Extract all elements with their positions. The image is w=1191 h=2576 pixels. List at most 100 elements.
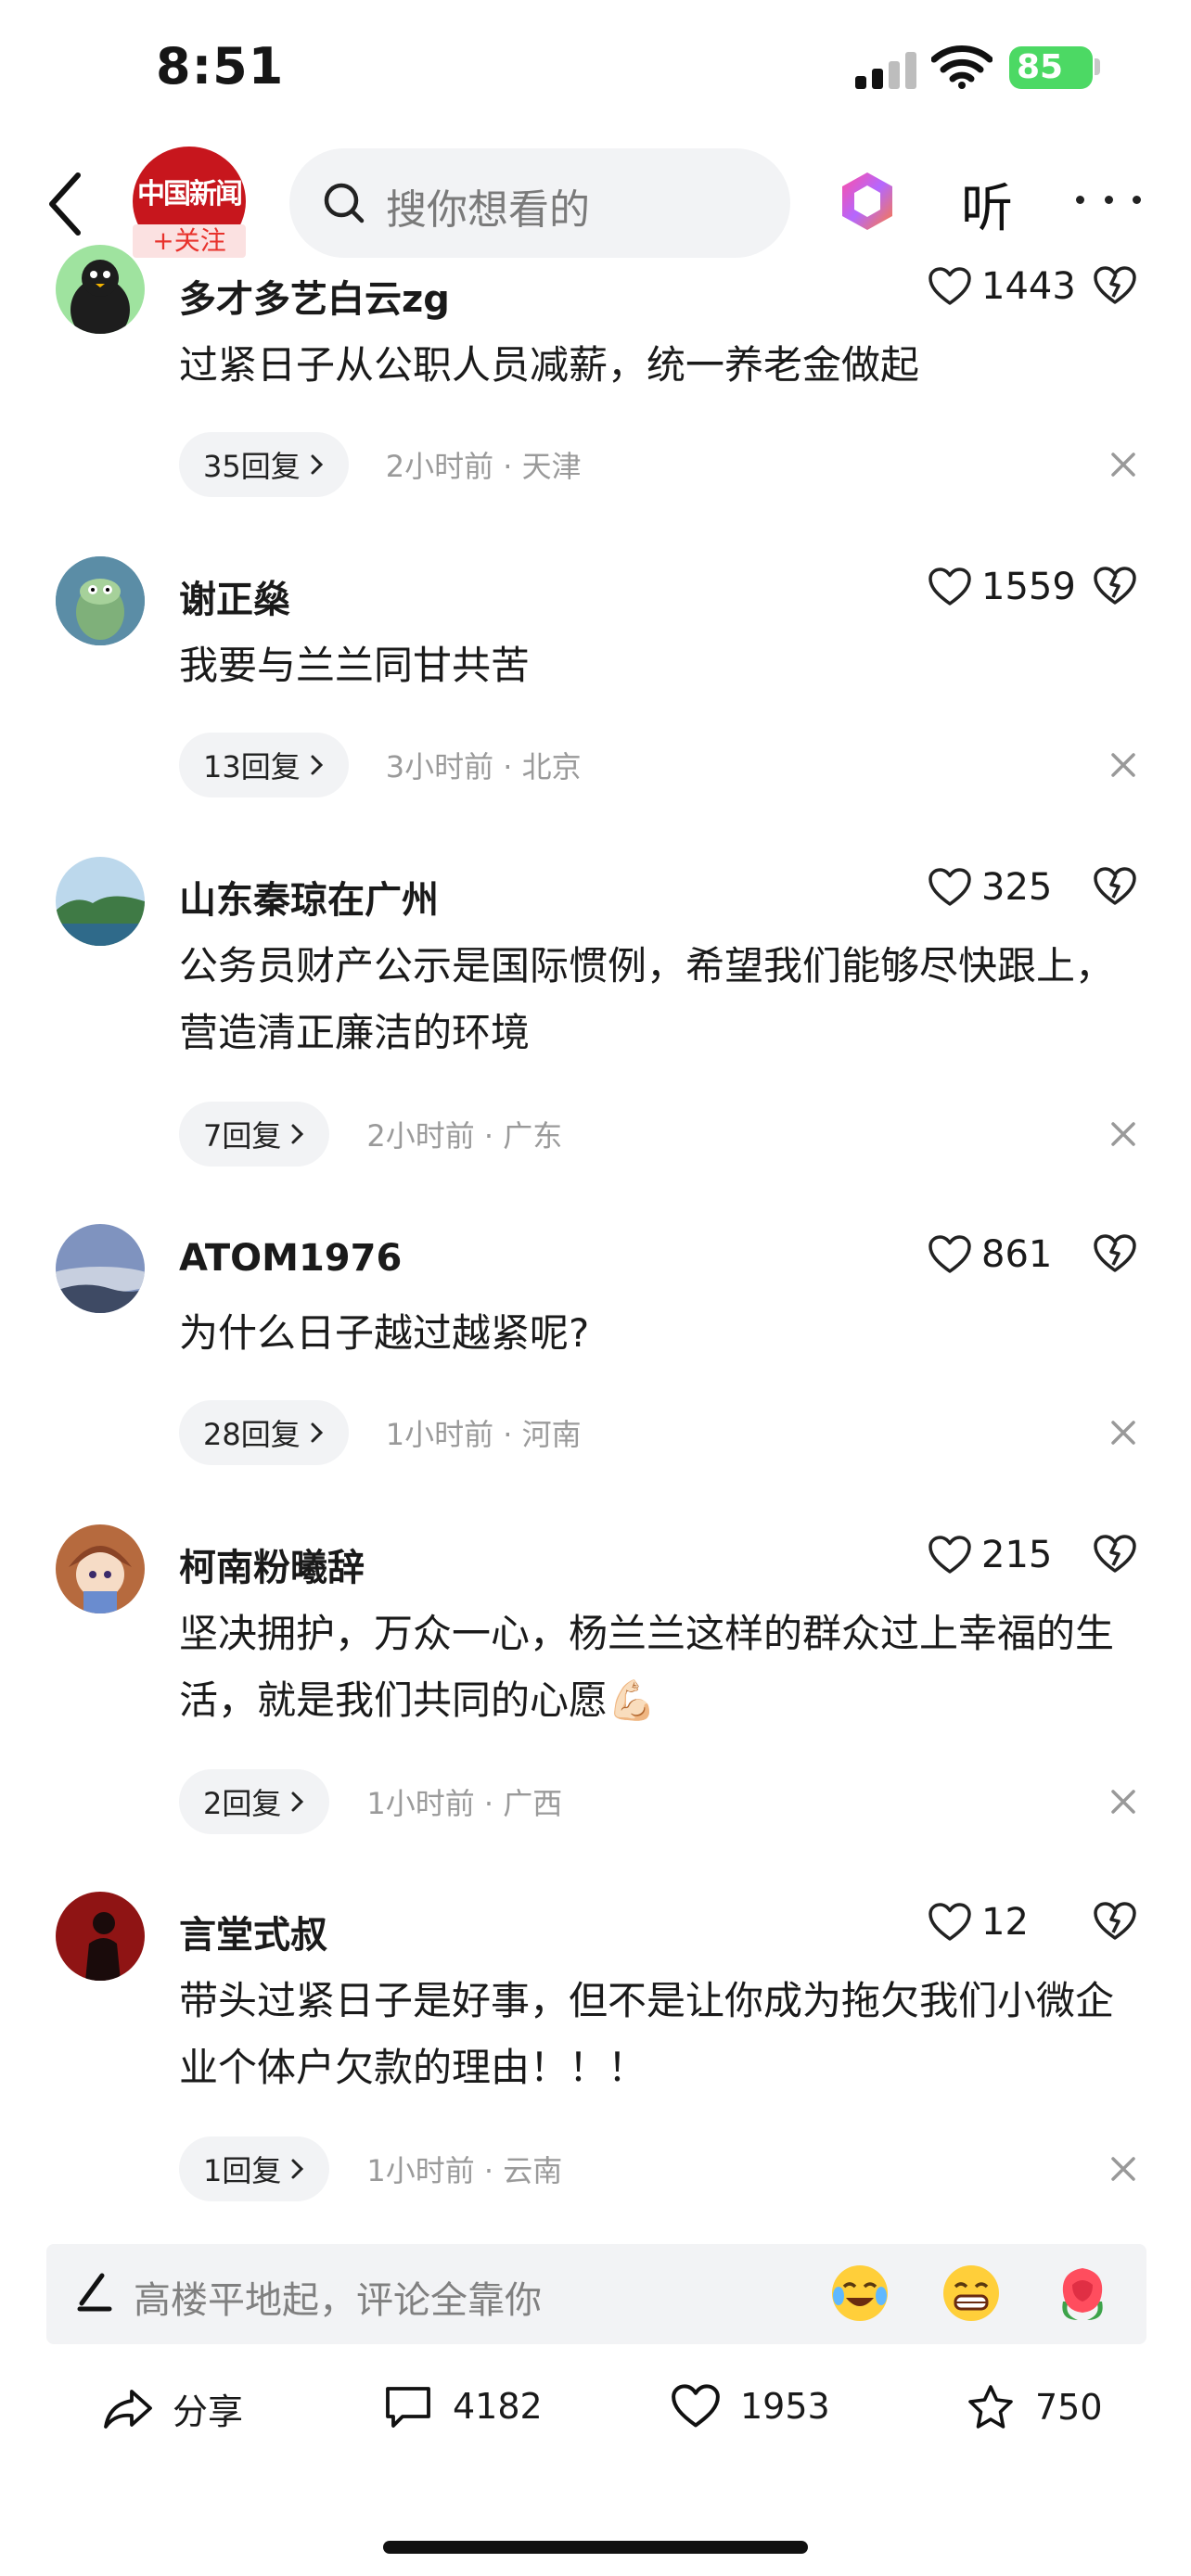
close-icon[interactable] <box>1109 1120 1137 1148</box>
comment-username[interactable]: 谢正燊 <box>179 569 290 623</box>
avatar-image <box>56 1224 145 1313</box>
comment-username[interactable]: 柯南粉曦辞 <box>179 1537 365 1591</box>
heart-icon <box>928 267 971 305</box>
replies-button[interactable]: 7回复 <box>179 1102 330 1167</box>
share-button[interactable]: 分享 <box>102 2383 243 2434</box>
comment-username[interactable]: 山东秦琼在广州 <box>179 870 439 924</box>
like-count: 12 <box>981 1901 1029 1944</box>
more-dot-icon <box>1104 195 1113 204</box>
comments-button[interactable]: 4182 <box>382 2383 543 2429</box>
chevron-right-icon <box>291 1792 304 1812</box>
comment-meta: 7回复 2小时前 · 广东 <box>179 1102 562 1167</box>
app-screen: 8:51 85 中国新闻 +关注 搜你想看的 听 多才多艺白云zg 1443 过… <box>0 0 1191 2576</box>
close-icon[interactable] <box>1109 1788 1137 1816</box>
avatar[interactable] <box>56 245 145 334</box>
comment-text: 带头过紧日子是好事，但不是让你成为拖欠我们小微企业个体户欠款的理由！！！ <box>179 1978 1115 2090</box>
chevron-right-icon <box>291 2159 304 2179</box>
heart-icon <box>928 567 971 606</box>
chevron-left-icon <box>49 172 81 236</box>
home-indicator[interactable] <box>383 2541 808 2554</box>
comment-meta: 28回复 1小时前 · 河南 <box>179 1400 582 1465</box>
comment-username[interactable]: ATOM1976 <box>179 1237 402 1280</box>
replies-button[interactable]: 2回复 <box>179 1769 330 1834</box>
heart-icon <box>928 868 971 906</box>
comment-text: 过紧日子从公职人员减薪，统一养老金做起 <box>179 342 920 388</box>
share-label: 分享 <box>173 2391 244 2432</box>
replies-button[interactable]: 28回复 <box>179 1400 349 1465</box>
comment-text: 公务员财产公示是国际惯例，希望我们能够尽快跟上，营造清正廉洁的环境 <box>179 943 1115 1055</box>
avatar[interactable] <box>56 1892 145 1981</box>
search-input[interactable]: 搜你想看的 <box>289 148 790 258</box>
avatar-image <box>70 260 130 334</box>
ai-assistant-icon[interactable] <box>835 169 900 234</box>
like-button[interactable]: 325 <box>928 866 1052 909</box>
like-count: 325 <box>981 866 1053 909</box>
comment-count: 4182 <box>453 2386 543 2427</box>
close-icon[interactable] <box>1109 1419 1137 1447</box>
avatar[interactable] <box>56 1224 145 1313</box>
reply-count: 35回复 <box>203 449 301 484</box>
reply-count: 28回复 <box>203 1417 301 1452</box>
channel-avatar[interactable]: 中国新闻 +关注 <box>133 147 246 258</box>
reply-count: 13回复 <box>203 749 301 784</box>
more-options-button[interactable] <box>1076 176 1141 223</box>
replies-button[interactable]: 35回复 <box>179 432 349 497</box>
broken-heart-icon[interactable] <box>1093 265 1137 306</box>
like-button[interactable]: 1559 <box>928 566 1076 608</box>
close-icon[interactable] <box>1109 2155 1137 2183</box>
avatar[interactable] <box>56 857 145 946</box>
like-button[interactable]: 1443 <box>928 265 1076 308</box>
broken-heart-icon[interactable] <box>1093 566 1137 606</box>
time-location: 1小时前 · 云南 <box>366 2153 563 2188</box>
star-icon <box>968 2385 1013 2429</box>
rose-emoji-icon[interactable] <box>1050 2261 1115 2326</box>
avatar[interactable] <box>56 1524 145 1613</box>
time-location: 3小时前 · 北京 <box>385 749 582 784</box>
chevron-right-icon <box>311 454 323 475</box>
follow-button[interactable]: +关注 <box>133 224 246 258</box>
time-location: 1小时前 · 河南 <box>385 1417 582 1452</box>
like-count: 1443 <box>981 265 1076 308</box>
broken-heart-icon[interactable] <box>1093 1901 1137 1942</box>
comment-username[interactable]: 言堂式叔 <box>179 1905 327 1958</box>
replies-button[interactable]: 1回复 <box>179 2136 330 2201</box>
comment-text: 坚决拥护，万众一心，杨兰兰这样的群众过上幸福的生活，就是我们共同的心愿💪🏻 <box>179 1611 1115 1723</box>
avatar[interactable] <box>56 556 145 645</box>
broken-heart-icon[interactable] <box>1093 1534 1137 1575</box>
comment-text: 我要与兰兰同甘共苦 <box>179 643 531 688</box>
comment-input[interactable]: 高楼平地起，评论全靠你 <box>46 2244 1146 2344</box>
close-icon[interactable] <box>1109 451 1137 478</box>
input-placeholder: 高楼平地起，评论全靠你 <box>134 2279 542 2322</box>
like-article-button[interactable]: 1953 <box>670 2383 830 2429</box>
logo-text: 中国新闻 <box>137 178 243 210</box>
more-dot-icon <box>1133 195 1141 204</box>
share-icon <box>104 2389 152 2429</box>
heart-icon <box>928 1536 971 1574</box>
chevron-right-icon <box>311 755 323 775</box>
search-placeholder: 搜你想看的 <box>386 186 590 234</box>
avatar-image <box>56 1524 145 1613</box>
time-location: 2小时前 · 天津 <box>385 449 582 484</box>
crying-laughing-emoji-icon[interactable] <box>827 2261 892 2326</box>
close-icon[interactable] <box>1109 751 1137 779</box>
back-button[interactable] <box>37 167 93 241</box>
pen-icon <box>77 2273 112 2312</box>
heart-icon <box>928 1903 971 1941</box>
comment-username[interactable]: 多才多艺白云zg <box>179 269 450 323</box>
like-button[interactable]: 12 <box>928 1901 1029 1944</box>
like-count: 861 <box>981 1233 1053 1276</box>
heart-icon <box>928 1235 971 1273</box>
listen-button[interactable]: 听 <box>961 167 1013 242</box>
like-button[interactable]: 861 <box>928 1233 1052 1276</box>
broken-heart-icon[interactable] <box>1093 1233 1137 1274</box>
comment-meta: 2回复 1小时前 · 广西 <box>179 1769 562 1834</box>
favorite-button[interactable]: 750 <box>965 2383 1103 2431</box>
like-count: 215 <box>981 1534 1053 1576</box>
broken-heart-icon[interactable] <box>1093 866 1137 907</box>
status-time: 8:51 <box>156 37 285 96</box>
avatar-image <box>56 556 145 645</box>
comment-text: 为什么日子越过越紧呢? <box>179 1310 590 1356</box>
replies-button[interactable]: 13回复 <box>179 733 349 797</box>
grinning-emoji-icon[interactable] <box>939 2261 1004 2326</box>
like-button[interactable]: 215 <box>928 1534 1052 1576</box>
